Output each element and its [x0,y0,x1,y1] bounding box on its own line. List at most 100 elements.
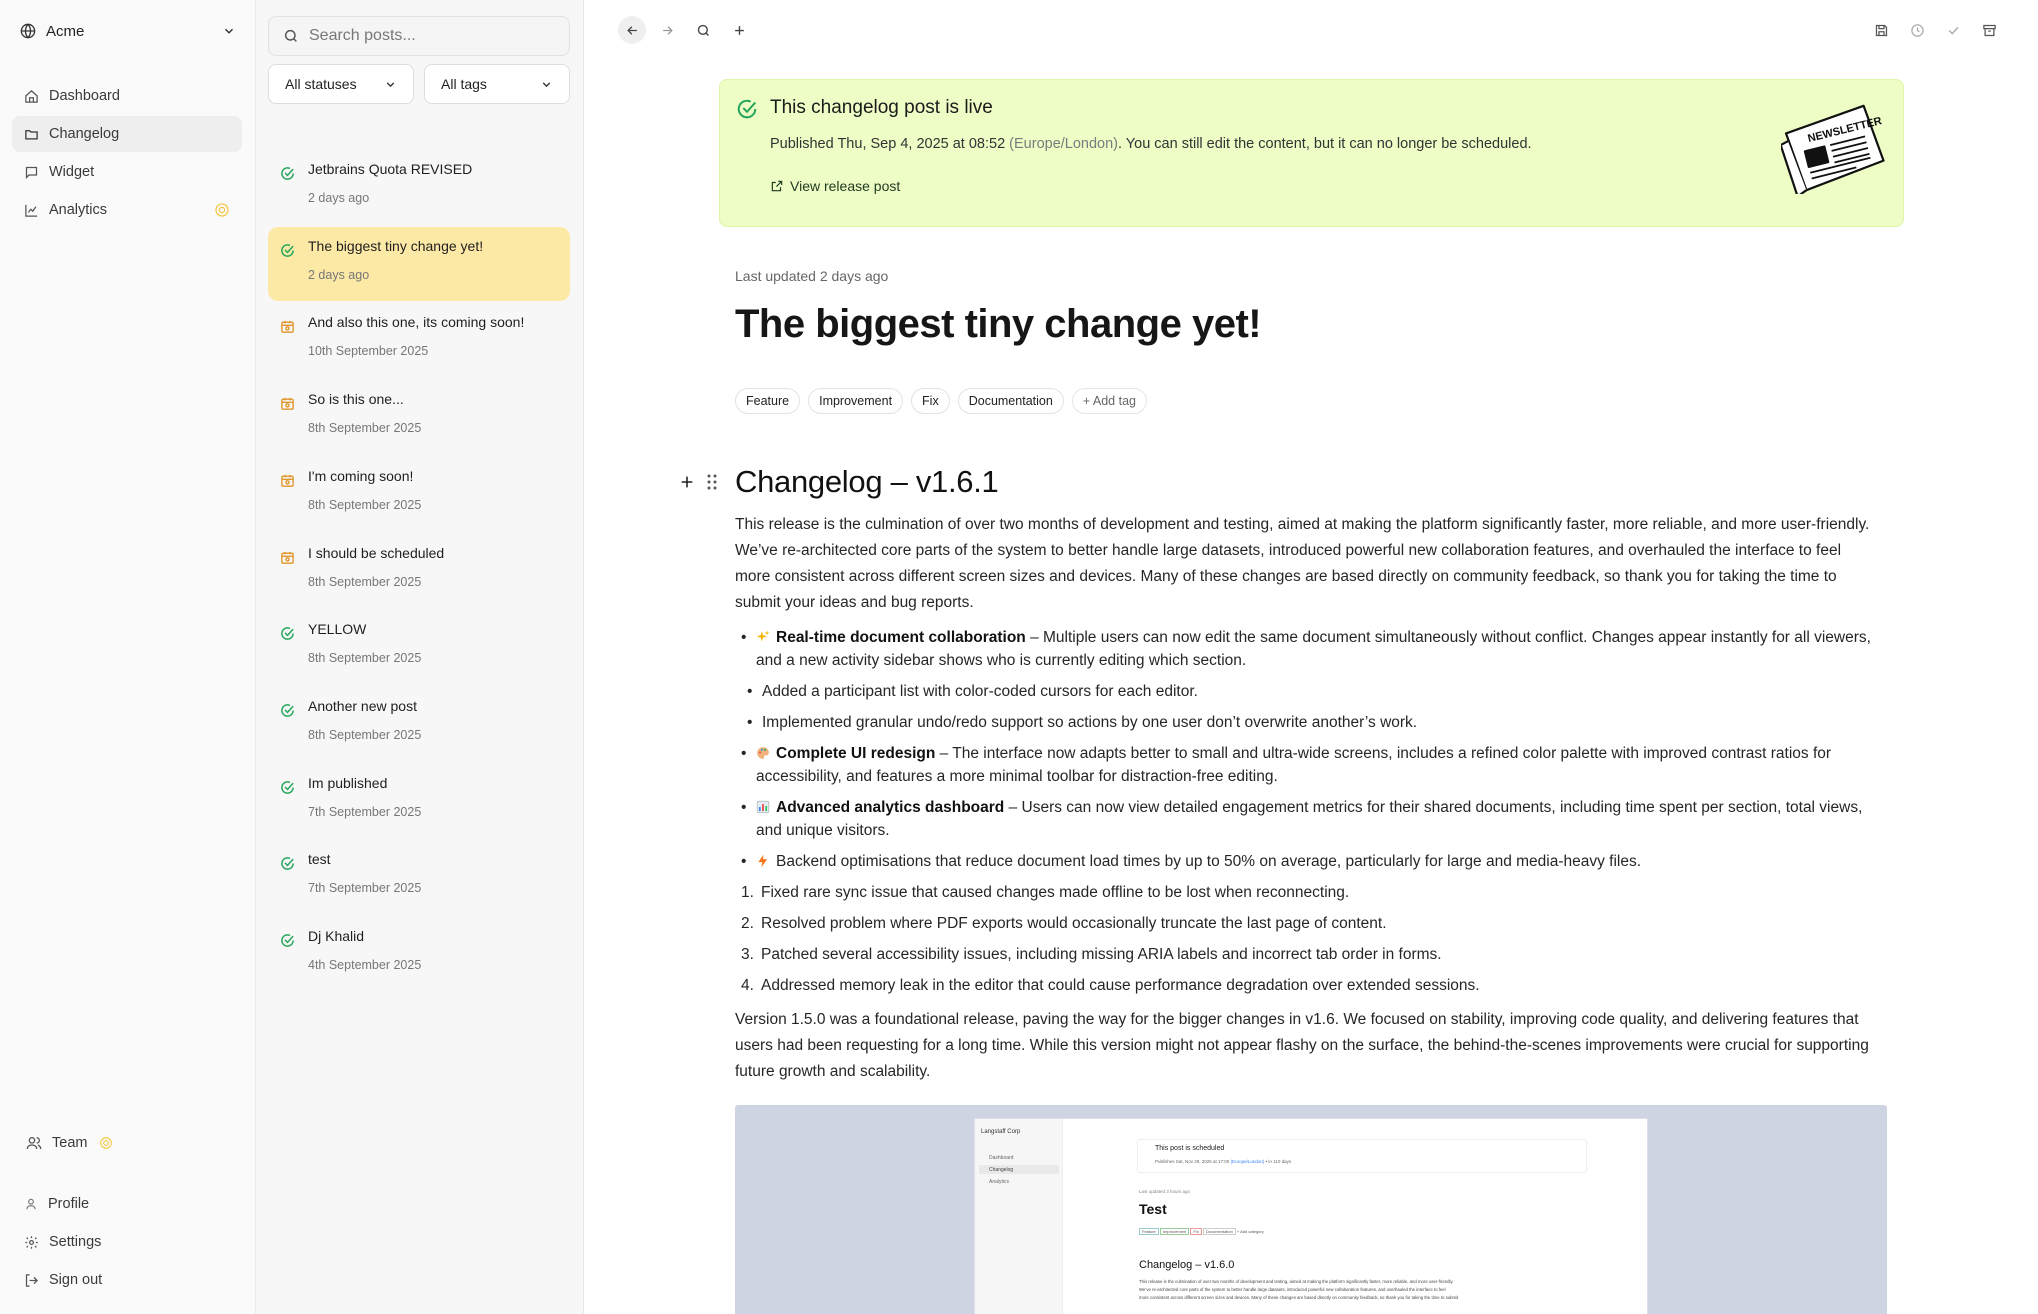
save-icon [1874,23,1889,38]
post-list-item[interactable]: test 7th September 2025 [268,840,570,914]
tag-documentation[interactable]: Documentation [957,388,1064,414]
nav-item-dashboard[interactable]: Dashboard [12,78,242,114]
lightning-icon [756,854,770,868]
mini-title: Test [1139,1201,1167,1217]
post-list-item[interactable]: I'm coming soon! 8th September 2025 [268,457,570,531]
post-list-item[interactable]: And also this one, its coming soon! 10th … [268,303,570,377]
nav-item-settings[interactable]: Settings [12,1224,242,1260]
post-title: The biggest tiny change yet! [308,237,484,254]
add-tag-button[interactable]: + Add tag [1071,388,1147,414]
editor-main: This changelog post is live Published Th… [585,0,2038,1314]
external-link-icon [770,179,784,193]
published-check-icon [280,626,295,641]
fix-numbered-list: 1. Fixed rare sync issue that caused chan… [735,881,1875,997]
forward-button[interactable] [653,16,681,44]
view-release-post-link[interactable]: View release post [770,178,900,194]
bullet-item: Added a participant list with color-code… [735,680,1875,703]
published-check-icon [280,243,295,258]
banner-title: This changelog post is live [770,97,993,118]
post-list-item[interactable]: Im published 7th September 2025 [268,764,570,838]
nav-item-widget[interactable]: Widget [12,154,242,190]
post-list-item[interactable]: Jetbrains Quota REVISED 2 days ago [268,150,570,224]
post-body-editor[interactable]: Changelog – v1.6.1 This release is the c… [735,460,1875,1095]
workspace-name: Acme [46,22,85,40]
archive-button[interactable] [1975,16,2003,44]
tag-feature[interactable]: Feature [735,388,801,414]
block-controls [679,474,717,490]
status-filter-select[interactable]: All statuses [268,64,414,104]
bullet-item: Backend optimisations that reduce docume… [735,850,1875,873]
save-button[interactable] [1867,16,1895,44]
tag-filter-value: All tags [441,76,487,92]
search-box[interactable] [268,16,570,56]
tag-fix[interactable]: Fix [911,388,950,414]
tag-filter-select[interactable]: All tags [424,64,570,104]
post-list-item[interactable]: I should be scheduled 8th September 2025 [268,534,570,608]
new-post-button[interactable] [725,16,753,44]
schedule-button[interactable] [1903,16,1931,44]
post-title[interactable]: The biggest tiny change yet! [735,302,1262,347]
post-list-panel: All statuses All tags Jetbrains Quota RE… [256,0,584,1314]
published-date: Published Thu, Sep 4, 2025 at 08:52 [770,136,1006,152]
nav-item-profile[interactable]: Profile [12,1186,242,1222]
mini-workspace: Langstaff Corp [981,1129,1021,1135]
workspace-switcher[interactable]: Acme [20,18,236,44]
numbered-item: 2. Resolved problem where PDF exports wou… [741,915,1387,932]
user-icon [24,1197,38,1211]
add-block-plus-icon[interactable] [679,474,695,490]
chevron-down-icon [222,24,236,38]
post-date: 4th September 2025 [308,958,422,972]
post-list-item[interactable]: So is this one... 8th September 2025 [268,380,570,454]
mini-body-line: We’ve re-architected core parts of the s… [1139,1287,1446,1292]
nav-item-analytics[interactable]: Analytics [12,192,242,228]
post-list-item[interactable]: YELLOW 8th September 2025 [268,610,570,684]
tag-improvement[interactable]: Improvement [808,388,904,414]
bullet-item: Implemented granular undo/redo support s… [735,711,1875,734]
embedded-screenshot-image[interactable]: Langstaff Corp Dashboard Changelog Analy… [735,1105,1887,1314]
search-button[interactable] [689,16,717,44]
mini-nav-item: Dashboard [989,1155,1014,1161]
numbered-item: 4. Addressed memory leak in the editor th… [741,977,1480,994]
nav-item-sign-out[interactable]: Sign out [12,1262,242,1298]
numbered-text: Fixed rare sync issue that caused change… [761,884,1350,901]
nav-item-changelog[interactable]: Changelog [12,116,242,152]
scheduled-calendar-icon [280,396,295,411]
search-input[interactable] [309,27,549,45]
post-list-item[interactable]: Dj Khalid 4th September 2025 [268,917,570,991]
home-icon [24,89,39,104]
post-title: test [308,851,331,868]
live-status-banner: This changelog post is live Published Th… [719,79,1904,227]
nav-label: Dashboard [49,88,120,104]
search-icon [696,23,711,38]
mini-heading: Changelog – v1.6.0 [1139,1259,1235,1271]
post-title: Dj Khalid [308,928,365,944]
outro-paragraph: Version 1.5.0 was a foundational release… [735,1011,1869,1080]
post-date: 7th September 2025 [308,804,422,819]
numbered-text: Patched several accessibility issues, in… [761,946,1442,963]
bar-chart-icon [756,800,770,814]
drag-handle-icon[interactable] [707,474,717,490]
nav-item-team[interactable]: Team [12,1125,242,1161]
post-list-item[interactable]: The biggest tiny change yet! 2 days ago [268,226,570,301]
post-date: 8th September 2025 [308,727,422,742]
palette-icon [756,746,770,760]
post-list-item[interactable]: Another new post 8th September 2025 [268,687,570,761]
post-date: 8th September 2025 [308,497,422,512]
numbered-item: 1. Fixed rare sync issue that caused chan… [741,884,1350,901]
publish-button[interactable] [1939,16,1967,44]
published-check-icon [280,166,295,181]
published-check-icon [280,780,295,795]
premium-badge-icon [214,202,230,218]
nav-label: Changelog [49,126,120,142]
chevron-down-icon [384,78,397,91]
bullet-bold: Complete UI redesign [776,745,936,762]
bullet-item: Real-time document collaboration – Multi… [735,626,1875,672]
back-button[interactable] [618,16,646,44]
search-icon [283,28,299,44]
feature-bullet-list: Real-time document collaboration – Multi… [735,626,1875,873]
post-title: So is this one... [308,391,404,408]
archive-icon [1982,23,1997,38]
arrow-right-icon [660,23,675,38]
sidebar: Acme Dashboard Changelog Widget Analytic… [0,0,256,1314]
nav-label: Profile [48,1196,90,1212]
